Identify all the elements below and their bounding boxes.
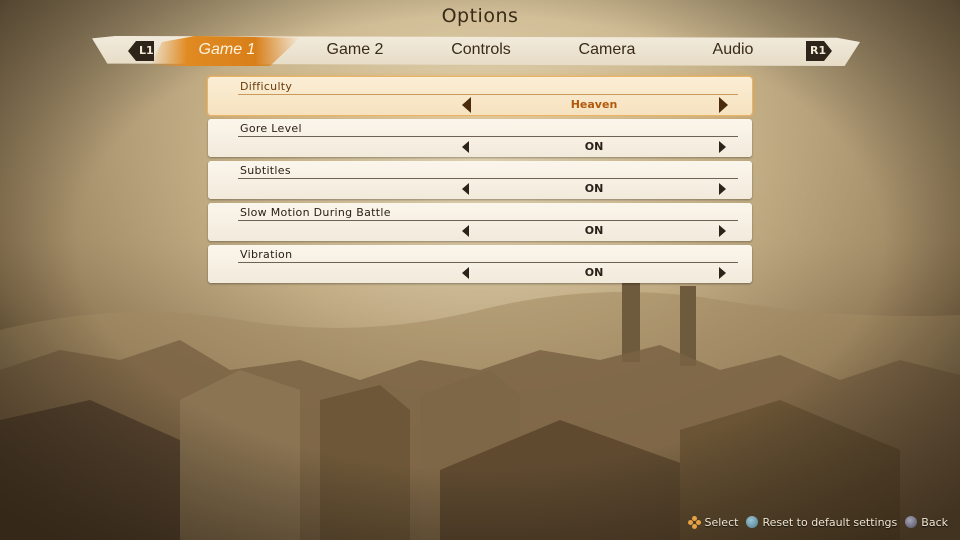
reset-button-icon[interactable] [746,516,759,528]
option-divider [238,220,738,221]
option-row-subtitles[interactable]: Subtitles ON [208,161,752,199]
option-row-vibration[interactable]: Vibration ON [208,245,752,283]
option-divider [238,178,738,179]
option-divider [238,136,738,137]
arrow-left-icon[interactable] [462,97,471,113]
tab-game-2[interactable]: Game 2 [300,36,410,64]
arrow-left-icon[interactable] [462,267,469,279]
option-label: Gore Level [240,122,302,135]
option-value: Heaven [570,98,618,111]
arrow-right-icon[interactable] [719,225,726,237]
arrow-right-icon[interactable] [719,141,726,153]
option-divider [238,94,738,95]
option-value: ON [584,224,604,237]
option-value: ON [584,182,604,195]
select-hint: Select [704,515,739,529]
option-row-gore-level[interactable]: Gore Level ON [208,119,752,157]
options-title-bar: Options [300,2,660,30]
option-divider [238,262,738,263]
back-hint[interactable]: Back [921,516,948,529]
tab-controls[interactable]: Controls [426,36,536,64]
l1-shoulder-button[interactable]: L1 [128,40,154,62]
arrow-left-icon[interactable] [462,225,469,237]
tab-camera[interactable]: Camera [552,36,662,64]
r1-label: R1 [810,44,827,57]
reset-hint[interactable]: Reset to default settings [762,516,897,529]
tab-game-1[interactable]: Game 1 [172,36,282,64]
page-title: Options [441,5,519,27]
arrow-right-icon[interactable] [719,267,726,279]
option-row-slow-motion[interactable]: Slow Motion During Battle ON [208,203,752,241]
option-label: Difficulty [240,80,293,93]
option-value: ON [584,266,604,279]
option-label: Subtitles [240,164,291,177]
tab-audio[interactable]: Audio [678,36,788,64]
option-label: Slow Motion During Battle [240,206,391,219]
button-hints: Select Reset to default settings Back [687,514,948,530]
dpad-icon [687,515,701,529]
arrow-left-icon[interactable] [462,141,469,153]
r1-shoulder-button[interactable]: R1 [806,40,832,62]
arrow-right-icon[interactable] [719,97,728,113]
l1-label: L1 [139,44,154,57]
option-row-difficulty[interactable]: Difficulty Heaven [208,77,752,115]
arrow-right-icon[interactable] [719,183,726,195]
option-value: ON [584,140,604,153]
arrow-left-icon[interactable] [462,183,469,195]
option-label: Vibration [240,248,293,261]
back-button-icon[interactable] [905,516,918,528]
